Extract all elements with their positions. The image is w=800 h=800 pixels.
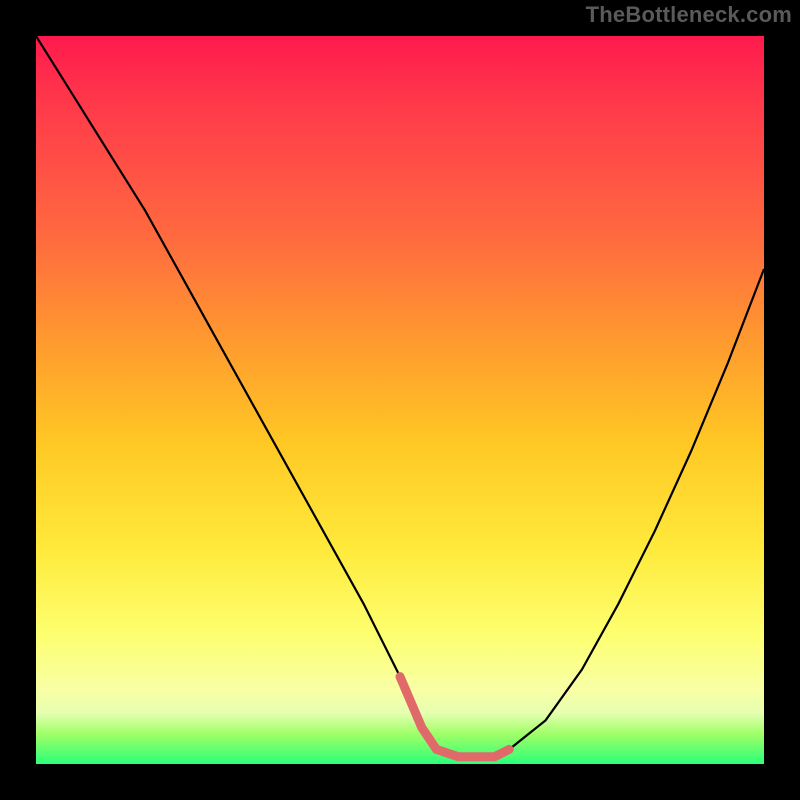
trough-highlight: [400, 677, 509, 757]
chart-frame: TheBottleneck.com: [0, 0, 800, 800]
plot-area: [36, 36, 764, 764]
watermark-text: TheBottleneck.com: [586, 2, 792, 28]
bottleneck-curve: [36, 36, 764, 764]
curve-path: [36, 36, 764, 757]
